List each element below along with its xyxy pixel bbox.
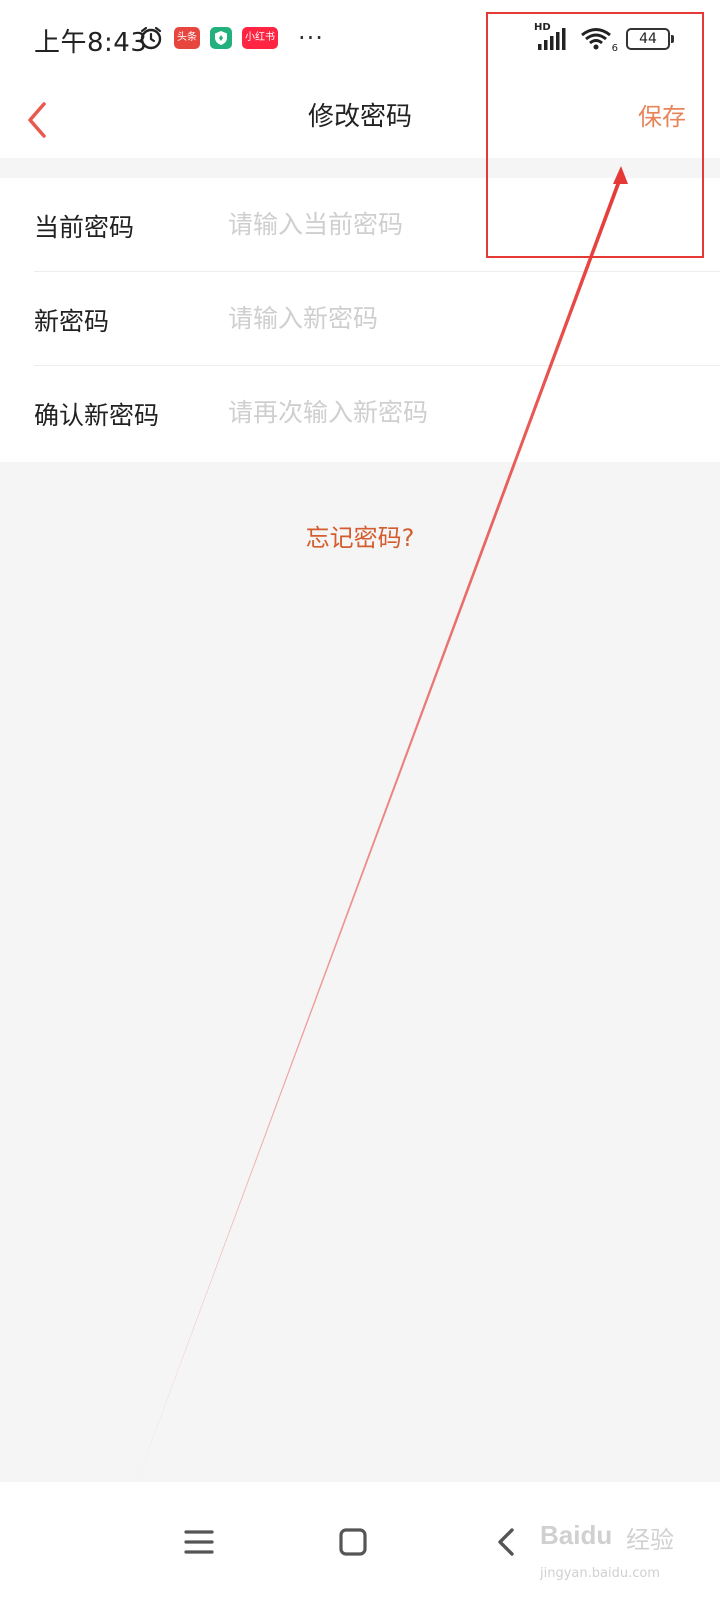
notification-icons: 头条 小红书 ··· <box>138 24 324 52</box>
current-password-input[interactable] <box>228 200 688 248</box>
more-notifications-icon: ··· <box>298 24 324 52</box>
wifi-generation-label: 6 <box>611 43 618 54</box>
navigation-header: 修改密码 保存 <box>0 80 720 158</box>
confirm-password-row: 确认新密码 <box>34 366 720 460</box>
recent-apps-button[interactable] <box>164 1504 234 1574</box>
new-password-row: 新密码 <box>34 272 720 366</box>
confirm-password-label: 确认新密码 <box>34 401 160 430</box>
status-time: 上午8:43 <box>34 28 148 58</box>
toutiao-app-icon: 头条 <box>174 27 200 49</box>
page-title: 修改密码 <box>307 102 412 132</box>
system-back-button[interactable] <box>470 1504 540 1574</box>
new-password-label: 新密码 <box>34 307 110 336</box>
forgot-password-link[interactable]: 忘记密码? <box>0 518 720 553</box>
battery-icon: 44 <box>626 28 674 50</box>
current-password-row: 当前密码 <box>34 178 720 272</box>
password-form: 当前密码 新密码 确认新密码 <box>0 178 720 462</box>
xiaohongshu-app-icon: 小红书 <box>242 27 278 49</box>
wifi-icon: 6 <box>580 26 618 54</box>
system-navigation-bar <box>0 1482 720 1600</box>
status-bar: 上午8:43 头条 小红书 ··· HD 6 44 <box>0 0 720 80</box>
security-shield-icon <box>210 27 232 49</box>
change-password-screen: 上午8:43 头条 小红书 ··· HD 6 44 修改密码 保存 当前密码 新… <box>0 0 720 1600</box>
cellular-signal-icon: HD <box>534 22 568 52</box>
system-status-icons: HD 6 44 <box>534 22 674 54</box>
home-button[interactable] <box>318 1504 388 1574</box>
alarm-clock-icon <box>138 25 164 51</box>
save-button[interactable]: 保存 <box>638 97 686 132</box>
current-password-label: 当前密码 <box>34 213 135 242</box>
new-password-input[interactable] <box>228 294 688 342</box>
confirm-password-input[interactable] <box>228 388 688 436</box>
